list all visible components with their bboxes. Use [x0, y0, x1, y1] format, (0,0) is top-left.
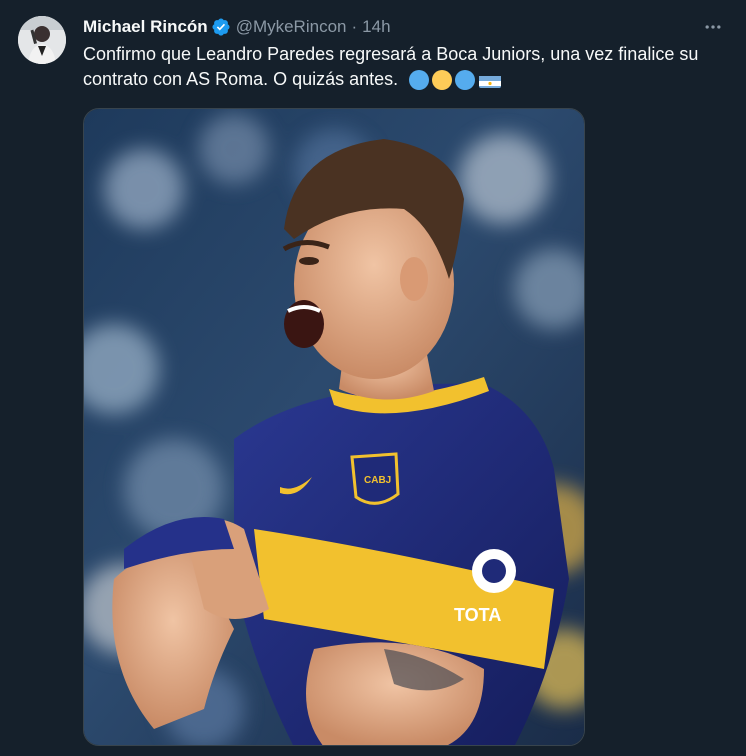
tweet-text-body: Confirmo que Leandro Paredes regresará a… — [83, 44, 699, 89]
player-photo: CABJ TOTA — [84, 109, 584, 745]
tweet-photo[interactable]: CABJ TOTA — [83, 108, 585, 746]
tweet-header: Michael Rincón @MykeRincon · 14h — [83, 16, 391, 38]
blue-circle-emoji-icon — [455, 70, 476, 91]
avatar-image — [18, 16, 66, 64]
tweet-text: Confirmo que Leandro Paredes regresará a… — [83, 42, 723, 92]
emoji-group — [409, 70, 502, 91]
more-options-button[interactable] — [700, 14, 726, 40]
sponsor-logo-text: TOTA — [454, 605, 501, 625]
author-name[interactable]: Michael Rincón — [83, 17, 208, 37]
tweet-timestamp[interactable]: 14h — [362, 17, 390, 37]
verified-badge-icon — [212, 18, 230, 36]
crest-text: CABJ — [364, 475, 391, 486]
separator-dot: · — [351, 17, 358, 36]
argentina-flag-icon — [479, 73, 502, 88]
avatar[interactable] — [18, 16, 66, 64]
author-handle[interactable]: @MykeRincon — [236, 17, 347, 37]
more-horizontal-icon — [705, 25, 721, 29]
blue-circle-emoji-icon — [409, 70, 430, 91]
tweet[interactable]: Michael Rincón @MykeRincon · 14h Confirm… — [0, 0, 746, 756]
yellow-circle-emoji-icon — [432, 70, 453, 91]
